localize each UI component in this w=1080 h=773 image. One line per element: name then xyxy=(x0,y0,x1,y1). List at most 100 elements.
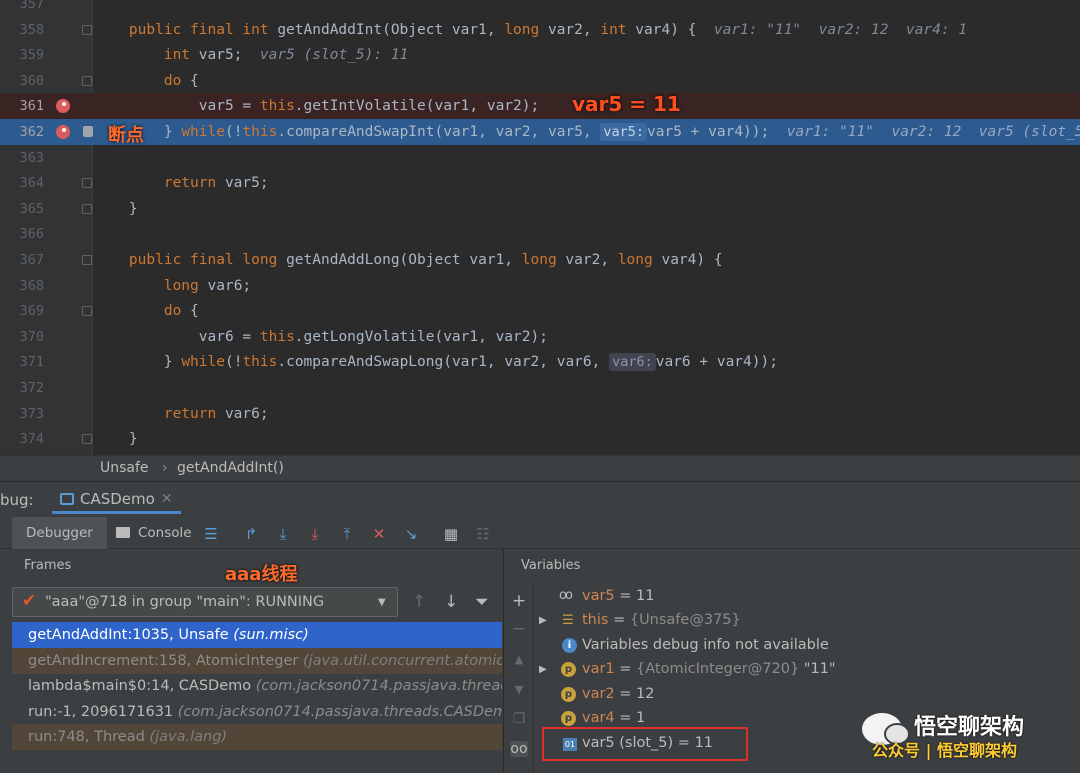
step-over-icon[interactable]: ⤓ xyxy=(274,525,292,543)
frame-item[interactable]: getAndAddInt:1035, Unsafe (sun.misc) xyxy=(12,622,502,648)
line-number[interactable]: 360 xyxy=(0,68,44,94)
line-number[interactable]: 367 xyxy=(0,247,44,273)
variable-name: var5 xyxy=(582,588,615,604)
fold-icon[interactable] xyxy=(82,434,92,445)
line-number[interactable]: 370 xyxy=(0,324,44,350)
step-out-icon[interactable]: ⤒ xyxy=(338,525,356,543)
tab-console[interactable]: Console xyxy=(114,517,192,549)
tab-debugger[interactable]: Debugger xyxy=(12,517,107,549)
code-line[interactable]: 358 public final int getAndAddInt(Object… xyxy=(0,17,1080,43)
line-number[interactable]: 363 xyxy=(0,145,44,171)
run-to-cursor-icon[interactable]: ↘ xyxy=(402,525,420,543)
line-number[interactable]: 374 xyxy=(0,426,44,452)
frame-item[interactable]: run:748, Thread (java.lang) xyxy=(12,724,502,751)
code-line[interactable]: 359 int var5; var5 (slot_5): 11 xyxy=(0,42,1080,68)
code-line[interactable]: 360 do { xyxy=(0,68,1080,94)
copy-icon[interactable]: ❐ xyxy=(510,711,528,727)
code-line[interactable]: 364 return var5; xyxy=(0,170,1080,196)
fold-icon[interactable] xyxy=(82,306,92,317)
variable-item[interactable]: Variables debug info not available xyxy=(582,633,829,657)
evaluate-expression-icon[interactable]: ▦ xyxy=(442,525,460,543)
chevron-down-icon[interactable]: ▼ xyxy=(378,597,386,608)
code-line[interactable]: 357 xyxy=(0,0,1080,17)
step-into-icon[interactable]: ⤓ xyxy=(306,525,324,543)
breadcrumb-method[interactable]: getAndAddInt() xyxy=(177,460,284,476)
frames-title: Frames xyxy=(24,558,72,573)
show-execution-point-icon[interactable]: ↱ xyxy=(242,525,260,543)
line-number[interactable]: 369 xyxy=(0,298,44,324)
line-number[interactable]: 373 xyxy=(0,401,44,427)
breadcrumb-separator: › xyxy=(162,460,168,476)
expand-icon[interactable]: ▶ xyxy=(539,664,547,675)
code-token: var4) { xyxy=(635,21,714,38)
filter-icon[interactable]: ⏷ xyxy=(475,592,489,612)
inline-value-hint: var5 (slot_5): 11 xyxy=(259,47,409,64)
frame-method: getAndIncrement:158, AtomicInteger xyxy=(28,652,303,669)
fold-icon[interactable] xyxy=(82,178,92,189)
fold-icon[interactable] xyxy=(82,24,92,35)
code-line[interactable]: 367 public final long getAndAddLong(Obje… xyxy=(0,247,1080,273)
code-line[interactable]: 371 } while(!this.compareAndSwapLong(var… xyxy=(0,349,1080,375)
code-line[interactable]: 373 return var6; xyxy=(0,401,1080,427)
move-up-icon[interactable]: ▲ xyxy=(510,653,528,666)
arrow-up-icon[interactable]: ↑ xyxy=(412,592,426,612)
line-number[interactable]: 361 xyxy=(0,93,44,119)
frame-item[interactable]: getAndIncrement:158, AtomicInteger (java… xyxy=(12,647,502,674)
breakpoint-icon[interactable] xyxy=(56,99,70,114)
code-token: long xyxy=(617,252,662,268)
line-number[interactable]: 358 xyxy=(0,17,44,43)
code-line[interactable]: 361 var5 = this.getIntVolatile(var1, var… xyxy=(0,93,1080,120)
minus-icon[interactable]: − xyxy=(510,619,528,639)
line-number[interactable]: 364 xyxy=(0,170,44,196)
debug-config-tab[interactable]: CASDemo ✕ xyxy=(52,486,181,514)
code-line[interactable]: 368 long var6; xyxy=(0,273,1080,299)
move-down-icon[interactable]: ▼ xyxy=(510,683,528,696)
thread-selector[interactable]: "aaa"@718 in group "main": RUNNING xyxy=(12,587,398,617)
code-token: var4) { xyxy=(661,252,723,268)
line-number[interactable]: 371 xyxy=(0,349,44,375)
fold-icon[interactable] xyxy=(82,203,92,214)
close-icon[interactable]: ✕ xyxy=(161,491,173,507)
debug-config-label: CASDemo xyxy=(80,489,155,508)
breakpoint-icon[interactable] xyxy=(56,125,70,139)
frame-item[interactable]: run:-1, 2096171631 (com.jackson0714.pass… xyxy=(12,699,502,725)
trace-icon[interactable]: ☷ xyxy=(474,525,492,543)
variable-item[interactable]: var5 = 11 xyxy=(582,584,654,608)
plus-icon[interactable]: + xyxy=(510,591,528,611)
code-line[interactable]: 363 xyxy=(0,145,1080,171)
line-number[interactable]: 357 xyxy=(0,0,44,17)
fold-icon[interactable] xyxy=(82,255,92,265)
arrow-down-icon[interactable]: ↓ xyxy=(444,592,458,612)
code-text: var5 = this.getIntVolatile(var1, var2); xyxy=(94,93,539,119)
fold-icon[interactable] xyxy=(82,75,92,86)
code-line[interactable]: 372 xyxy=(0,375,1080,401)
expand-icon[interactable]: ▶ xyxy=(539,615,547,626)
variable-item[interactable]: var1 = {AtomicInteger@720} "11" xyxy=(582,657,836,681)
line-number[interactable]: 368 xyxy=(0,273,44,299)
code-line[interactable]: 365 } xyxy=(0,196,1080,222)
code-text: var6 = this.getLongVolatile(var1, var2); xyxy=(94,324,548,350)
code-text: return var6; xyxy=(94,401,269,427)
variable-item[interactable]: var2 = 12 xyxy=(582,682,654,706)
line-number[interactable]: 359 xyxy=(0,42,44,68)
code-line[interactable]: 370 var6 = this.getLongVolatile(var1, va… xyxy=(0,324,1080,350)
code-line[interactable]: 374 } xyxy=(0,426,1080,452)
frame-item[interactable]: lambda$main$0:14, CASDemo (com.jackson07… xyxy=(12,673,502,699)
line-number[interactable]: 365 xyxy=(0,196,44,222)
layout-icon[interactable]: ☰ xyxy=(202,525,220,543)
variable-value: = 11 xyxy=(614,588,655,604)
code-line[interactable]: 369 do { xyxy=(0,298,1080,324)
variable-value: = 1 xyxy=(614,710,646,726)
line-number[interactable]: 372 xyxy=(0,375,44,401)
drop-frame-icon[interactable]: ✕ xyxy=(370,525,388,543)
line-number[interactable]: 366 xyxy=(0,221,44,247)
breadcrumb-class[interactable]: Unsafe xyxy=(100,460,149,476)
code-editor[interactable]: 357 358 public final int getAndAddInt(Obj… xyxy=(0,0,1080,455)
variable-item[interactable]: this = {Unsafe@375} xyxy=(582,608,741,632)
code-line[interactable]: 366 xyxy=(0,221,1080,247)
glasses-icon[interactable]: oo xyxy=(510,741,528,757)
code-line[interactable]: 362 } while(!this.compareAndSwapInt(var1… xyxy=(0,119,1080,145)
code-token: long xyxy=(521,252,566,268)
line-number[interactable]: 362 xyxy=(0,119,44,145)
